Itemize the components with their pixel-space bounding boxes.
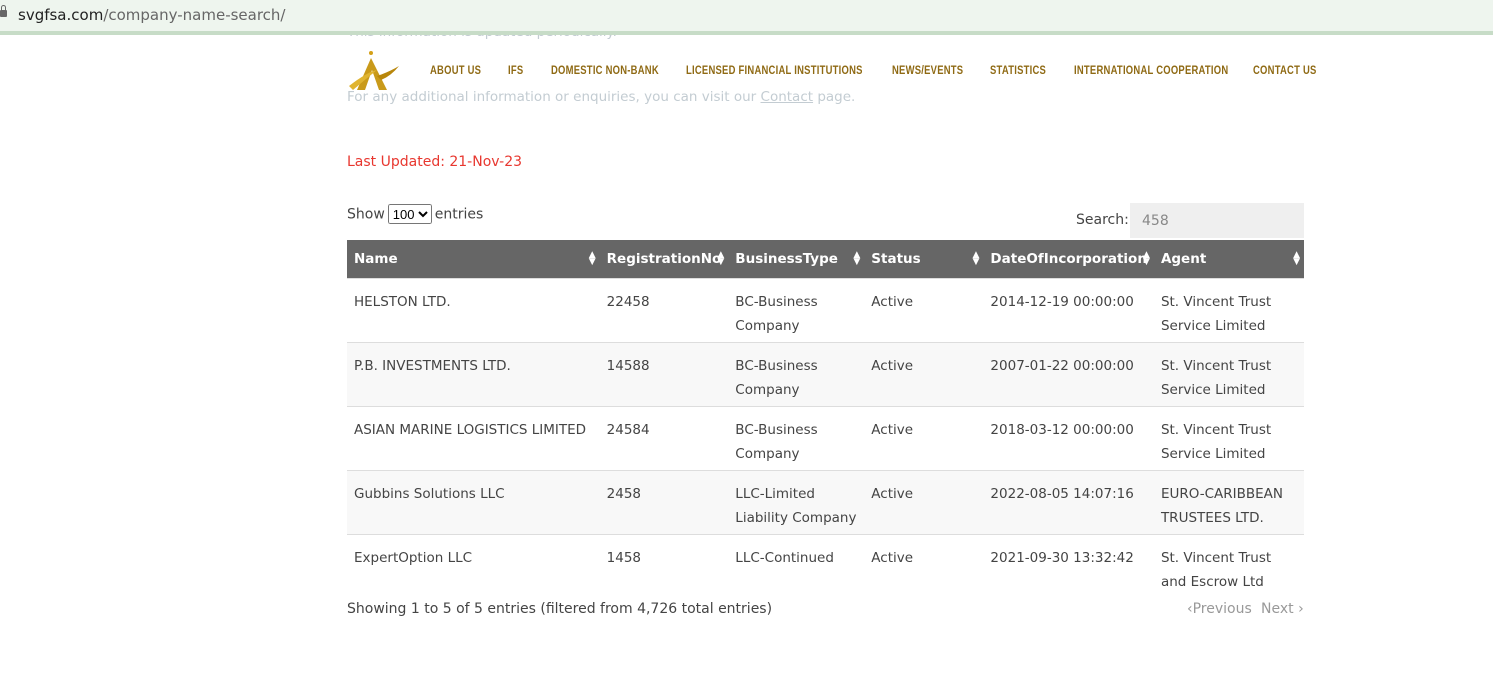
search-input[interactable] [1130,203,1304,238]
nav-item-about-us[interactable]: ABOUT US [430,65,481,77]
column-header-dateofincorporation[interactable]: DateOfIncorporation ▲ ▼ [983,240,1154,279]
nav-item-statistics[interactable]: STATISTICS [990,65,1046,77]
cell-dateofincorporation: 2014-12-19 00:00:00 [983,278,1154,343]
page-length-control: Show 100 entries [347,204,483,224]
nav-item-international-cooperation[interactable]: INTERNATIONAL COOPERATION [1074,65,1228,77]
cell-name: Gubbins Solutions LLC [347,470,600,535]
column-header-agent[interactable]: Agent ▲ ▼ [1153,240,1304,279]
next-button[interactable]: Next › [1261,601,1304,617]
sort-icon: ▲ ▼ [972,250,980,267]
cell-name: P.B. INVESTMENTS LTD. [347,342,600,407]
cell-dateofincorporation: 2018-03-12 00:00:00 [983,406,1154,471]
cell-status: Active [864,534,984,598]
cell-businesstype: LLC-Limited Liability Company [728,470,865,535]
sort-icon: ▲ ▼ [1143,250,1150,267]
url-text[interactable]: svgfsa.com/company-name-search/ [18,6,285,24]
column-header-name[interactable]: Name ▲ ▼ [347,240,600,279]
previous-button[interactable]: ‹Previous [1187,601,1252,617]
lock-icon [0,5,7,17]
cell-name: ExpertOption LLC [347,534,600,598]
cell-registrationno: 2458 [599,470,729,535]
svgfsa-logo[interactable] [347,50,399,92]
column-header-registrationno[interactable]: RegistrationNo ▲ ▼ [599,240,729,279]
cell-agent: St. Vincent Trust Service Limited [1153,406,1304,471]
table-row[interactable]: Gubbins Solutions LLC 2458 LLC-Limited Lia… [347,470,1304,535]
search-label: Search: [1076,212,1129,228]
column-header-businesstype[interactable]: BusinessType ▲ ▼ [728,240,865,279]
table-row[interactable]: HELSTON LTD. 22458 BC-Business Company Acti… [347,278,1304,343]
last-updated: Last Updated: 21-Nov-23 [347,154,523,170]
sort-icon: ▲ ▼ [717,250,725,267]
address-bar[interactable]: svgfsa.com/company-name-search/ [0,0,1493,35]
chevron-right-icon: › [1298,601,1304,617]
cell-status: Active [864,470,984,535]
table-info: Showing 1 to 5 of 5 entries (filtered fr… [347,601,773,617]
nav-item-domestic-non-bank[interactable]: DOMESTIC NON-BANK [551,65,659,77]
page-length-select[interactable]: 100 [387,204,432,224]
nav-item-contact-us[interactable]: CONTACT US [1253,65,1317,77]
table-row[interactable]: ExpertOption LLC 1458 LLC-Continued Active 2… [347,534,1304,598]
cell-businesstype: BC-Business Company [728,406,865,471]
companies-table: Name ▲ ▼ RegistrationNo ▲ ▼ BusinessType ▲ ▼ Stat… [347,240,1304,598]
cell-agent: EURO-CARIBBEAN TRUSTEES LTD. [1153,470,1304,535]
sort-icon: ▲ ▼ [1293,250,1300,267]
table-row[interactable]: ASIAN MARINE LOGISTICS LIMITED 24584 BC-Bu… [347,406,1304,471]
column-header-status[interactable]: Status ▲ ▼ [864,240,984,279]
cell-dateofincorporation: 2007-01-22 00:00:00 [983,342,1154,407]
cell-registrationno: 24584 [599,406,729,471]
table-row[interactable]: P.B. INVESTMENTS LTD. 14588 BC-Business Co… [347,342,1304,407]
cell-businesstype: BC-Business Company [728,278,865,343]
cell-businesstype: BC-Business Company [728,342,865,407]
nav-item-ifs[interactable]: IFS [508,65,523,77]
sort-icon: ▲ ▼ [588,250,596,267]
cell-status: Active [864,406,984,471]
cell-dateofincorporation: 2021-09-30 13:32:42 [983,534,1154,598]
cell-name: ASIAN MARINE LOGISTICS LIMITED [347,406,600,471]
cell-businesstype: LLC-Continued [728,534,865,598]
cell-name: HELSTON LTD. [347,278,600,343]
nav-item-news-events[interactable]: NEWS/EVENTS [892,65,963,77]
contact-link[interactable]: Contact [761,89,814,105]
cell-agent: St. Vincent Trust and Escrow Ltd [1153,534,1304,598]
contact-info-text: For any additional information or enquir… [347,89,856,105]
cell-registrationno: 1458 [599,534,729,598]
cell-agent: St. Vincent Trust Service Limited [1153,278,1304,343]
cell-dateofincorporation: 2022-08-05 14:07:16 [983,470,1154,535]
sort-icon: ▲ ▼ [853,250,861,267]
cell-registrationno: 14588 [599,342,729,407]
cell-registrationno: 22458 [599,278,729,343]
nav-item-licensed-financial-institutions[interactable]: LICENSED FINANCIAL INSTITUTIONS [686,65,863,77]
cell-status: Active [864,342,984,407]
cell-status: Active [864,278,984,343]
cell-agent: St. Vincent Trust Service Limited [1153,342,1304,407]
